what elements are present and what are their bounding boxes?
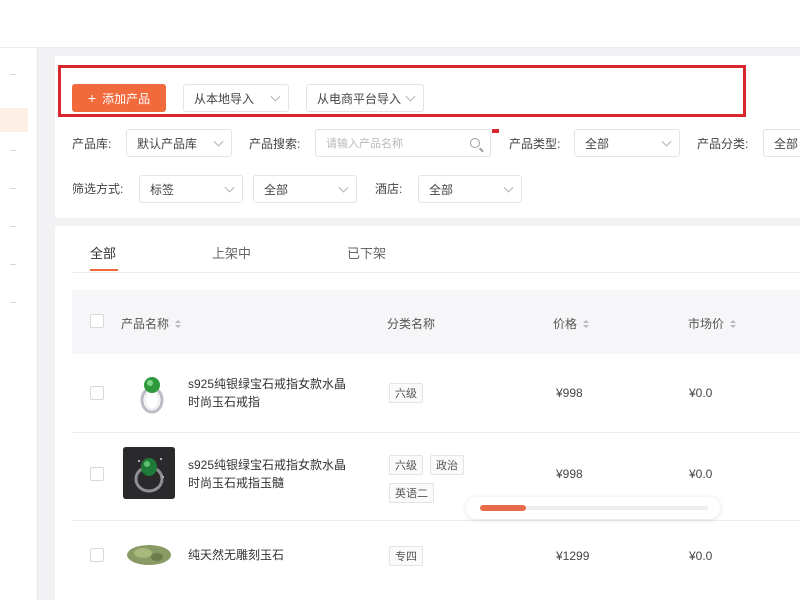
search-label: 产品搜索: bbox=[249, 137, 301, 151]
import-ecommerce-dropdown[interactable]: 从电商平台导入 bbox=[306, 84, 424, 112]
sidebar-active-item[interactable] bbox=[0, 108, 28, 132]
product-name[interactable]: s925纯银绿宝石戒指女款水晶 时尚玉石戒指 bbox=[188, 375, 358, 411]
hotel-label: 酒店: bbox=[375, 182, 403, 196]
chevron-down-icon bbox=[661, 136, 672, 147]
filter-value-select[interactable]: 全部 bbox=[253, 175, 357, 203]
sidebar-item[interactable] bbox=[10, 302, 16, 303]
product-name-line: s925纯银绿宝石戒指女款水晶 bbox=[188, 377, 347, 391]
column-product-name-label: 产品名称 bbox=[121, 317, 170, 331]
chevron-down-icon bbox=[224, 182, 235, 193]
sidebar bbox=[0, 48, 38, 600]
category-select[interactable]: 全部 bbox=[763, 129, 800, 157]
product-name[interactable]: 纯天然无雕刻玉石 bbox=[188, 546, 358, 564]
chevron-down-icon bbox=[270, 91, 281, 102]
product-name-line: s925纯银绿宝石戒指女款水晶 bbox=[188, 458, 347, 472]
category-tag: 专四 bbox=[389, 546, 423, 566]
hotel-select[interactable]: 全部 bbox=[418, 175, 522, 203]
tab-divider bbox=[72, 272, 800, 273]
search-placeholder: 请输入产品名称 bbox=[326, 138, 403, 150]
chevron-down-icon bbox=[338, 182, 349, 193]
filter-value-value: 全部 bbox=[264, 182, 289, 197]
row-divider bbox=[72, 432, 800, 433]
column-price-label: 价格 bbox=[553, 317, 578, 331]
sort-icon[interactable] bbox=[583, 319, 590, 328]
row-checkbox[interactable] bbox=[90, 386, 104, 400]
type-select-value: 全部 bbox=[585, 136, 610, 151]
tab-on-shelf[interactable]: 上架中 bbox=[212, 243, 251, 262]
category-label: 产品分类: bbox=[697, 137, 749, 151]
product-name-line: 时尚玉石戒指玉髓 bbox=[188, 476, 285, 490]
sidebar-item[interactable] bbox=[10, 226, 16, 227]
product-thumbnail[interactable] bbox=[125, 542, 173, 568]
product-price: ¥998 bbox=[556, 467, 583, 481]
column-product-name[interactable]: 产品名称 bbox=[121, 315, 182, 332]
product-price: ¥998 bbox=[556, 386, 583, 400]
category-tag: 政治 bbox=[430, 455, 464, 475]
product-market-price: ¥0.0 bbox=[689, 549, 713, 563]
select-all-checkbox[interactable] bbox=[90, 314, 104, 328]
column-market-price-label: 市场价 bbox=[688, 317, 725, 331]
row-checkbox[interactable] bbox=[90, 467, 104, 481]
library-label: 产品库: bbox=[72, 137, 112, 151]
product-name-line: 纯天然无雕刻玉石 bbox=[188, 548, 285, 562]
top-bar bbox=[0, 0, 800, 48]
filter-method-value: 标签 bbox=[150, 182, 175, 197]
add-product-button[interactable]: + 添加产品 bbox=[72, 84, 166, 112]
column-market-price[interactable]: 市场价 bbox=[688, 315, 737, 332]
sidebar-item[interactable] bbox=[10, 188, 16, 189]
filter-method-select[interactable]: 标签 bbox=[139, 175, 243, 203]
column-price[interactable]: 价格 bbox=[553, 315, 590, 332]
chevron-down-icon bbox=[213, 136, 224, 147]
category-select-value: 全部 bbox=[774, 136, 799, 151]
add-product-label: 添加产品 bbox=[102, 91, 151, 106]
filter-method-label: 筛选方式: bbox=[72, 182, 124, 196]
tab-active-indicator bbox=[90, 269, 118, 271]
category-tag: 英语二 bbox=[389, 483, 434, 503]
import-ecommerce-label: 从电商平台导入 bbox=[317, 91, 402, 106]
import-local-dropdown[interactable]: 从本地导入 bbox=[183, 84, 289, 112]
product-market-price: ¥0.0 bbox=[689, 467, 713, 481]
tab-all[interactable]: 全部 bbox=[90, 243, 116, 262]
library-select-value: 默认产品库 bbox=[137, 136, 198, 151]
sort-icon[interactable] bbox=[730, 319, 737, 328]
row-divider bbox=[72, 520, 800, 521]
search-icon[interactable] bbox=[470, 138, 480, 148]
red-marker bbox=[492, 129, 499, 133]
product-price: ¥1299 bbox=[556, 549, 590, 563]
product-market-price: ¥0.0 bbox=[689, 386, 713, 400]
library-select[interactable]: 默认产品库 bbox=[126, 129, 232, 157]
hotel-select-value: 全部 bbox=[429, 182, 454, 197]
product-thumbnail[interactable] bbox=[132, 374, 172, 414]
search-input[interactable]: 请输入产品名称 bbox=[315, 129, 491, 157]
sidebar-item[interactable] bbox=[10, 264, 16, 265]
row-checkbox[interactable] bbox=[90, 548, 104, 562]
category-tag: 六级 bbox=[389, 383, 423, 403]
sort-icon[interactable] bbox=[175, 319, 182, 328]
sidebar-item[interactable] bbox=[10, 74, 16, 75]
type-select[interactable]: 全部 bbox=[574, 129, 680, 157]
column-category-label: 分类名称 bbox=[387, 317, 436, 331]
category-tag: 六级 bbox=[389, 455, 423, 475]
sidebar-item[interactable] bbox=[10, 150, 16, 151]
import-local-label: 从本地导入 bbox=[194, 91, 255, 106]
type-label: 产品类型: bbox=[509, 137, 561, 151]
chevron-down-icon bbox=[405, 91, 416, 102]
column-category: 分类名称 bbox=[387, 315, 435, 332]
chevron-down-icon bbox=[503, 182, 514, 193]
product-name-line: 时尚玉石戒指 bbox=[188, 395, 261, 409]
product-name[interactable]: s925纯银绿宝石戒指女款水晶 时尚玉石戒指玉髓 bbox=[188, 456, 358, 492]
product-thumbnail[interactable] bbox=[123, 447, 175, 499]
horizontal-scrollbar[interactable] bbox=[466, 497, 720, 519]
scrollbar-thumb[interactable] bbox=[480, 505, 526, 511]
plus-icon: + bbox=[87, 90, 97, 106]
tab-off-shelf[interactable]: 已下架 bbox=[347, 243, 386, 262]
